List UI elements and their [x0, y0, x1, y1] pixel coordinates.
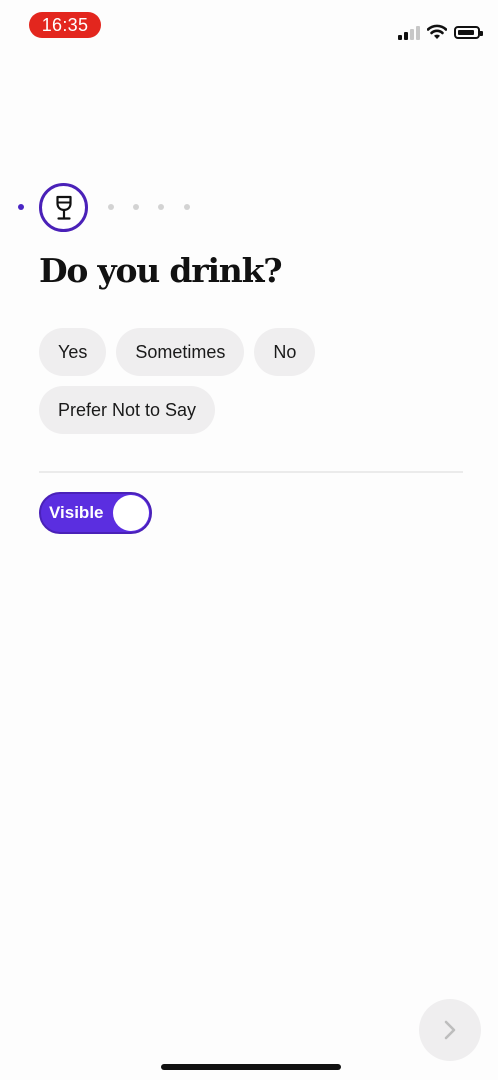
divider [39, 471, 463, 473]
progress-dot [133, 204, 139, 210]
visibility-toggle[interactable]: Visible [39, 492, 152, 534]
question-title: Do you drink? [39, 251, 283, 290]
chevron-right-icon [444, 1020, 456, 1040]
status-time: 16:35 [29, 12, 101, 38]
option-sometimes-button[interactable]: Sometimes [116, 328, 245, 376]
option-prefer-not-to-say-button[interactable]: Prefer Not to Say [39, 386, 216, 434]
progress-dot [184, 204, 190, 210]
wifi-icon [427, 24, 447, 39]
progress-dot-current [18, 204, 24, 210]
answer-options: Yes Sometimes No Prefer Not to Say [39, 328, 469, 434]
battery-icon [454, 26, 483, 39]
cellular-signal-icon [398, 24, 420, 40]
step-icon-badge [39, 183, 88, 232]
progress-dot [108, 204, 114, 210]
screen: 16:35 Do you drink? Yes Sometimes No Pre… [0, 0, 498, 1080]
visibility-toggle-label: Visible [49, 503, 104, 522]
home-indicator[interactable] [161, 1064, 341, 1070]
next-button[interactable] [419, 999, 481, 1061]
status-icons [398, 18, 483, 40]
toggle-knob [113, 495, 149, 531]
option-no-button[interactable]: No [254, 328, 316, 376]
option-yes-button[interactable]: Yes [39, 328, 107, 376]
wine-glass-icon [55, 195, 72, 220]
progress-dot [158, 204, 164, 210]
